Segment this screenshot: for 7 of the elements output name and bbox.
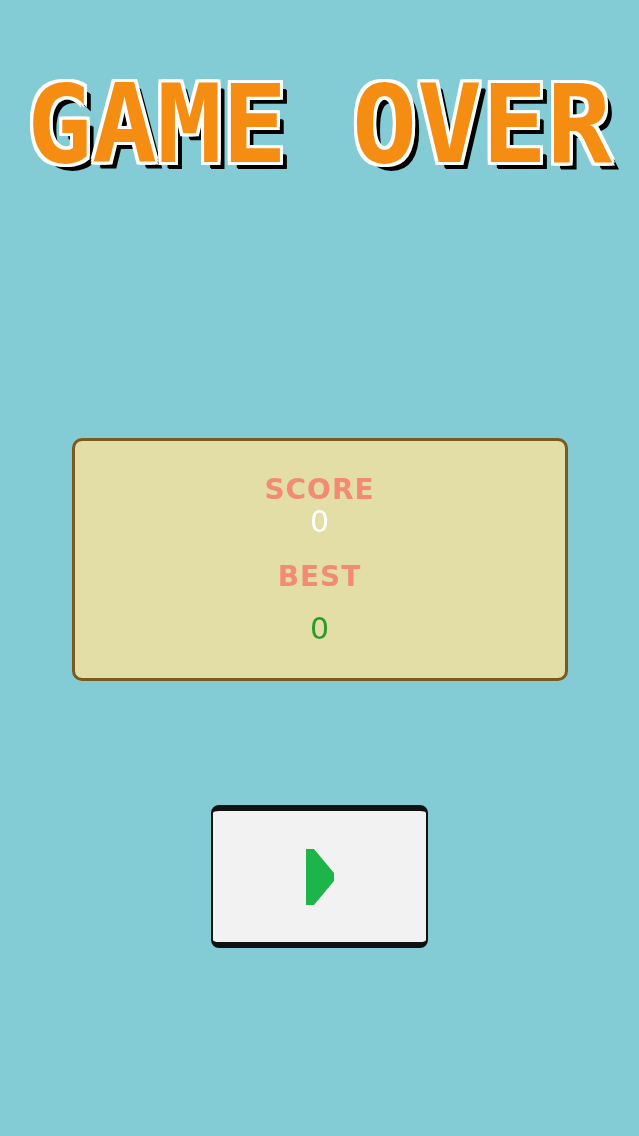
best-value: 0 (309, 613, 330, 645)
score-value: 0 (309, 506, 330, 538)
play-button[interactable] (211, 805, 428, 948)
best-label: BEST (277, 561, 362, 593)
game-over-title: GAME OVER (26, 66, 613, 184)
score-label: SCORE (264, 474, 375, 506)
play-icon (305, 848, 334, 905)
